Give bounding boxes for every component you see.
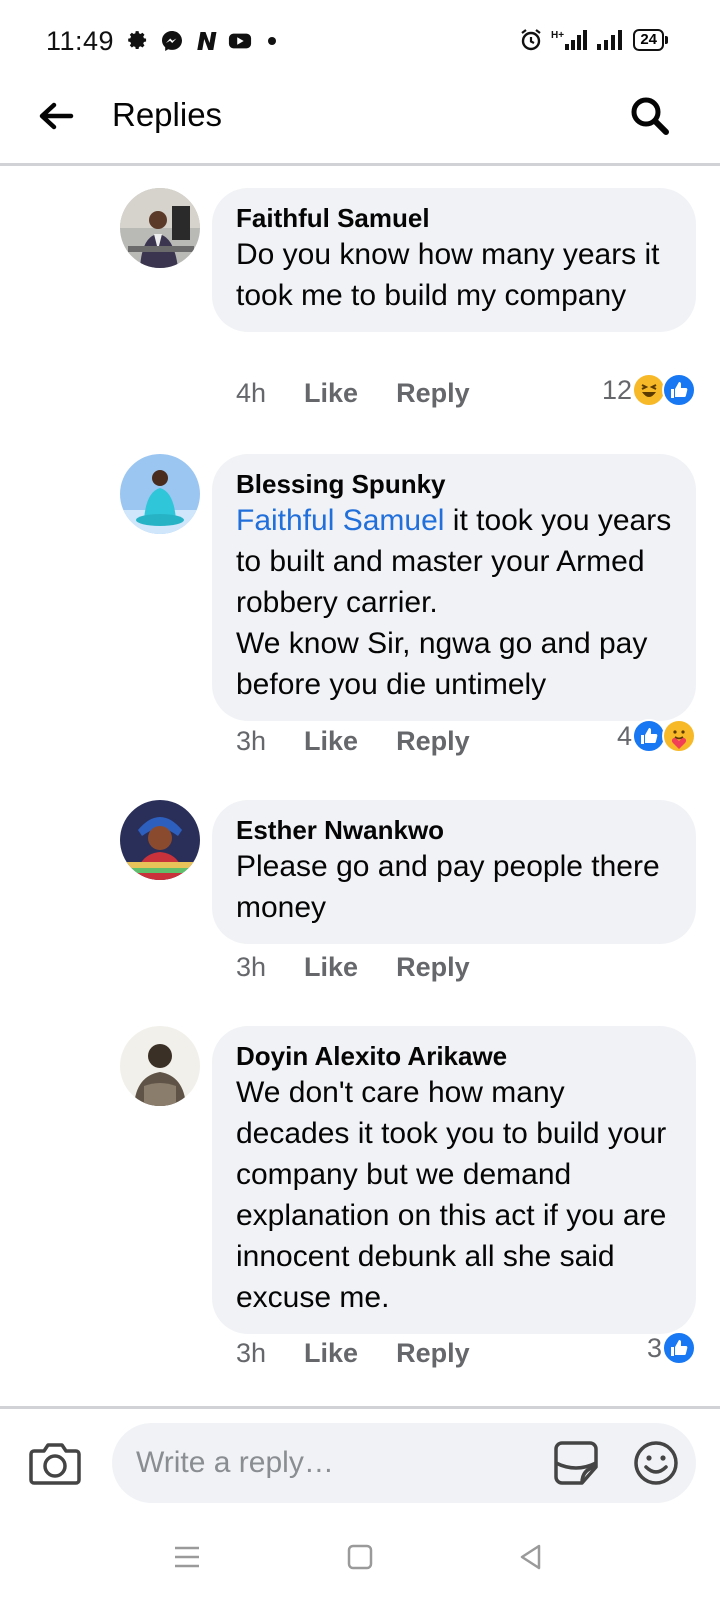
system-nav-bar bbox=[0, 1514, 720, 1600]
comment-author[interactable]: Esther Nwankwo bbox=[236, 814, 672, 846]
youtube-icon bbox=[228, 29, 252, 53]
comment-text: Please go and pay people there money bbox=[236, 850, 660, 924]
battery-icon: 24 bbox=[633, 29, 668, 51]
signal-icon bbox=[595, 28, 625, 52]
reply-button[interactable]: Reply bbox=[396, 952, 470, 983]
comment-actions: 4h Like Reply bbox=[236, 378, 470, 409]
back-icon[interactable] bbox=[514, 1540, 548, 1574]
like-icon bbox=[662, 1331, 696, 1365]
reply-button[interactable]: Reply bbox=[396, 378, 470, 409]
reaction-summary[interactable]: 4 bbox=[617, 719, 696, 753]
comment-author[interactable]: Doyin Alexito Arikawe bbox=[236, 1040, 672, 1072]
comment-time: 4h bbox=[236, 378, 267, 408]
comment-time: 3h bbox=[236, 952, 267, 982]
menu-icon[interactable] bbox=[170, 1540, 204, 1574]
haha-icon bbox=[632, 373, 666, 407]
avatar[interactable] bbox=[120, 188, 200, 268]
like-button[interactable]: Like bbox=[304, 1338, 358, 1369]
like-icon bbox=[632, 719, 666, 753]
back-arrow-icon[interactable] bbox=[36, 96, 76, 136]
status-bar: 11:49 H+ 24 bbox=[0, 0, 720, 86]
more-notifications-dot bbox=[268, 37, 276, 45]
reaction-count: 4 bbox=[616, 720, 632, 751]
like-button[interactable]: Like bbox=[304, 726, 358, 757]
comment-bubble[interactable]: Faithful Samuel Do you know how many yea… bbox=[212, 188, 696, 332]
comment-time: 3h bbox=[236, 726, 267, 756]
comment-text: Do you know how many years it took me to… bbox=[236, 238, 660, 312]
search-icon[interactable] bbox=[628, 94, 672, 138]
camera-icon[interactable] bbox=[28, 1437, 82, 1487]
comment-bubble[interactable]: Blessing Spunky Faithful Samuel it took … bbox=[212, 454, 696, 721]
comment-text-part: We know Sir, ngwa go and pay before you … bbox=[236, 627, 648, 701]
reaction-count: 3 bbox=[646, 1332, 662, 1363]
reaction-count: 12 bbox=[601, 374, 632, 405]
svg-text:H+: H+ bbox=[551, 30, 564, 41]
avatar[interactable] bbox=[120, 454, 200, 534]
reply-composer bbox=[0, 1406, 720, 1514]
comment-author[interactable]: Faithful Samuel bbox=[236, 202, 672, 234]
app-header: Replies bbox=[0, 86, 720, 166]
gear-icon bbox=[126, 29, 150, 53]
reply-input[interactable] bbox=[112, 1423, 696, 1503]
messenger-icon bbox=[160, 29, 184, 53]
sticker-icon[interactable] bbox=[552, 1439, 600, 1487]
comment-bubble[interactable]: Doyin Alexito Arikawe We don't care how … bbox=[212, 1026, 696, 1334]
reaction-summary[interactable]: 12 bbox=[602, 373, 696, 407]
avatar[interactable] bbox=[120, 1026, 200, 1106]
avatar[interactable] bbox=[120, 800, 200, 880]
comment-actions: 3h Like Reply bbox=[236, 1338, 470, 1369]
like-button[interactable]: Like bbox=[304, 952, 358, 983]
status-time: 11:49 bbox=[46, 26, 115, 56]
alarm-icon bbox=[519, 28, 543, 52]
comment-bubble[interactable]: Esther Nwankwo Please go and pay people … bbox=[212, 800, 696, 944]
comment-actions: 3h Like Reply bbox=[236, 952, 470, 983]
mention-link[interactable]: Faithful Samuel bbox=[236, 504, 444, 537]
comment-text: Faithful Samuel it took you years to bui… bbox=[236, 500, 672, 705]
like-icon bbox=[662, 373, 696, 407]
like-button[interactable]: Like bbox=[304, 378, 358, 409]
reply-button[interactable]: Reply bbox=[396, 1338, 470, 1369]
signal-hplus-icon: H+ bbox=[551, 28, 588, 52]
page-title: Replies bbox=[112, 96, 223, 133]
care-icon bbox=[662, 719, 696, 753]
reply-button[interactable]: Reply bbox=[396, 726, 470, 757]
status-system-icons: H+ 24 bbox=[519, 28, 668, 52]
emoji-icon[interactable] bbox=[632, 1439, 680, 1487]
reaction-summary[interactable]: 3 bbox=[647, 1331, 696, 1365]
comment-actions: 3h Like Reply bbox=[236, 726, 470, 757]
status-notification-icons bbox=[126, 29, 276, 53]
comment-author[interactable]: Blessing Spunky bbox=[236, 468, 672, 500]
comment-time: 3h bbox=[236, 1338, 267, 1368]
home-icon[interactable] bbox=[343, 1540, 377, 1574]
comment-text: We don't care how many decades it took y… bbox=[236, 1076, 667, 1314]
netflix-icon bbox=[194, 29, 218, 53]
